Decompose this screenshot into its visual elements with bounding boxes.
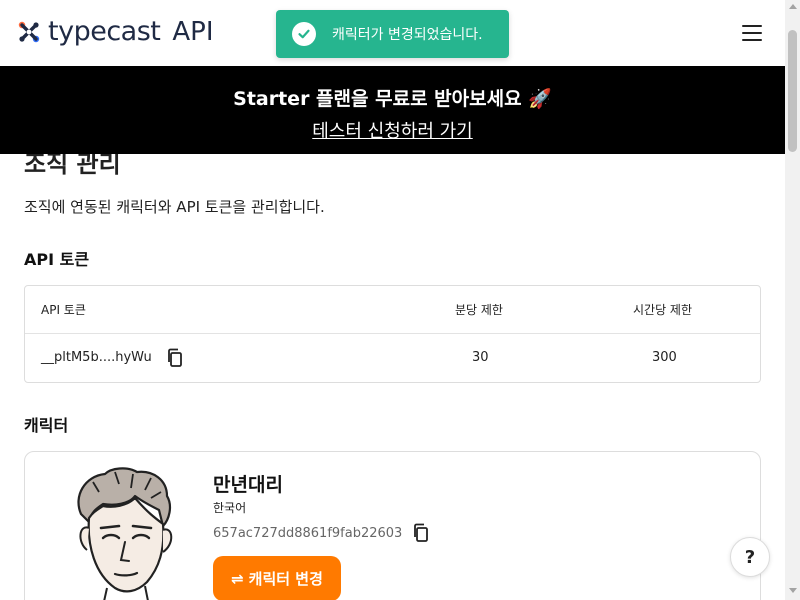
promo-banner: Starter 플랜을 무료로 받아보세요 🚀 테스터 신청하러 가기	[0, 66, 785, 154]
character-id: 657ac727dd8861f9fab22603	[213, 525, 403, 541]
column-header-per-hour: 시간당 제한	[633, 303, 693, 317]
table-header: API 토큰 분당 제한 시간당 제한	[25, 286, 760, 334]
character-card: 만년대리 한국어 657ac727dd8861f9fab22603 ⇌ 캐릭터 …	[24, 451, 761, 600]
copy-token-icon[interactable]	[166, 348, 184, 368]
swap-icon: ⇌	[231, 569, 244, 588]
toast-message: 캐릭터가 변경되었습니다.	[332, 27, 483, 43]
page-description: 조직에 연동된 캐릭터와 API 토큰을 관리합니다.	[24, 198, 325, 216]
token-text: __pltM5b....hyWu	[41, 350, 152, 365]
scroll-thumb[interactable]	[788, 30, 797, 152]
page-scrollbar[interactable]	[785, 0, 800, 600]
tester-apply-link[interactable]: 테스터 신청하러 가기	[312, 117, 472, 143]
help-button[interactable]: ?	[730, 537, 770, 577]
character-language: 한국어	[213, 501, 247, 515]
scroll-up-arrow-icon[interactable]	[789, 4, 797, 9]
per-minute-limit: 30	[472, 350, 489, 365]
column-header-token: API 토큰	[41, 303, 86, 317]
character-section-title: 캐릭터	[24, 416, 69, 435]
check-circle-icon	[292, 22, 316, 46]
hamburger-menu-icon[interactable]	[742, 25, 762, 41]
logo-api-label: API	[172, 16, 214, 47]
character-name: 만년대리	[213, 474, 283, 496]
api-token-table: API 토큰 분당 제한 시간당 제한 __pltM5b....hyWu 30 …	[24, 285, 761, 383]
character-avatar	[77, 467, 173, 600]
banner-title: Starter 플랜을 무료로 받아보세요 🚀	[233, 88, 552, 110]
api-token-section-title: API 토큰	[24, 250, 90, 269]
change-character-label: 캐릭터 변경	[248, 570, 323, 588]
column-header-per-minute: 분당 제한	[455, 303, 503, 317]
change-character-button[interactable]: ⇌ 캐릭터 변경	[213, 556, 341, 600]
typecast-logo[interactable]: typecast API	[16, 16, 214, 47]
logo-text: typecast	[48, 16, 161, 47]
table-row: __pltM5b....hyWu 30 300	[25, 334, 760, 382]
character-id-row: 657ac727dd8861f9fab22603	[213, 523, 430, 543]
per-hour-limit: 300	[652, 350, 677, 365]
success-toast: 캐릭터가 변경되었습니다.	[276, 10, 509, 58]
typecast-logo-icon	[18, 21, 40, 42]
scroll-down-arrow-icon[interactable]	[789, 588, 797, 593]
copy-character-id-icon[interactable]	[412, 523, 430, 543]
token-value: __pltM5b....hyWu	[41, 334, 184, 382]
help-question-icon: ?	[744, 546, 756, 568]
